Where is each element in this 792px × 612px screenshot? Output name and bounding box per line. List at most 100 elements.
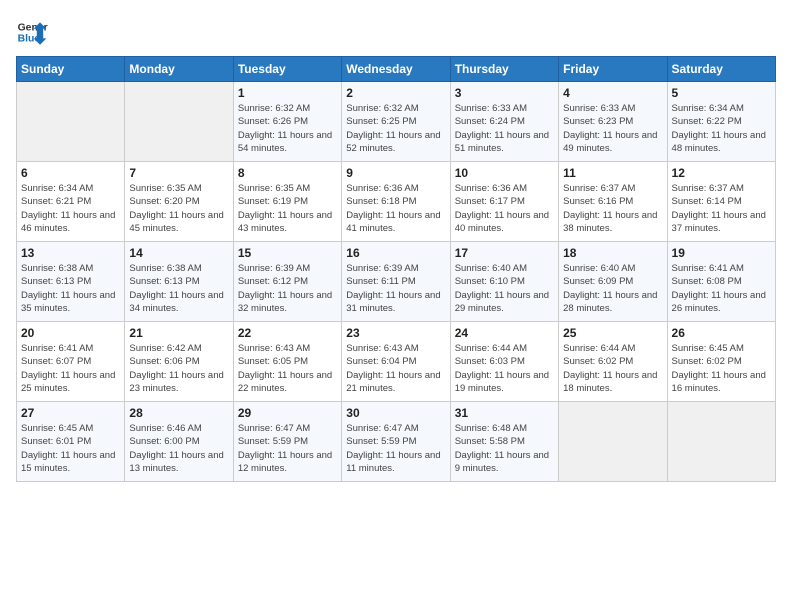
day-info: Sunrise: 6:38 AM Sunset: 6:13 PM Dayligh… (21, 262, 120, 315)
calendar-week-row: 13 Sunrise: 6:38 AM Sunset: 6:13 PM Dayli… (17, 242, 776, 322)
calendar-cell: 10Sunrise: 6:36 AM Sunset: 6:17 PM Dayli… (450, 162, 558, 242)
calendar-cell: 13 Sunrise: 6:38 AM Sunset: 6:13 PM Dayli… (17, 242, 125, 322)
day-info: Sunrise: 6:37 AM Sunset: 6:16 PM Dayligh… (563, 182, 662, 235)
calendar-cell: 11 Sunrise: 6:37 AM Sunset: 6:16 PM Dayli… (559, 162, 667, 242)
day-number: 7 (129, 166, 228, 180)
calendar-cell: 6 Sunrise: 6:34 AM Sunset: 6:21 PM Daylig… (17, 162, 125, 242)
day-number: 14 (129, 246, 228, 260)
day-info: Sunrise: 6:42 AM Sunset: 6:06 PM Dayligh… (129, 342, 228, 395)
weekday-header-cell: Wednesday (342, 57, 450, 82)
calendar-cell: 30Sunrise: 6:47 AM Sunset: 5:59 PM Dayli… (342, 402, 450, 482)
day-number: 24 (455, 326, 554, 340)
day-info: Sunrise: 6:37 AM Sunset: 6:14 PM Dayligh… (672, 182, 771, 235)
weekday-header-cell: Tuesday (233, 57, 341, 82)
day-number: 3 (455, 86, 554, 100)
calendar-week-row: 6 Sunrise: 6:34 AM Sunset: 6:21 PM Daylig… (17, 162, 776, 242)
weekday-header-row: SundayMondayTuesdayWednesdayThursdayFrid… (17, 57, 776, 82)
day-number: 26 (672, 326, 771, 340)
day-info: Sunrise: 6:47 AM Sunset: 5:59 PM Dayligh… (238, 422, 337, 475)
calendar-cell: 12 Sunrise: 6:37 AM Sunset: 6:14 PM Dayli… (667, 162, 775, 242)
calendar-cell: 2 Sunrise: 6:32 AM Sunset: 6:25 PM Daylig… (342, 82, 450, 162)
day-number: 16 (346, 246, 445, 260)
weekday-header-cell: Friday (559, 57, 667, 82)
day-number: 29 (238, 406, 337, 420)
day-info: Sunrise: 6:44 AM Sunset: 6:02 PM Dayligh… (563, 342, 662, 395)
day-info: Sunrise: 6:33 AM Sunset: 6:23 PM Dayligh… (563, 102, 662, 155)
day-info: Sunrise: 6:47 AM Sunset: 5:59 PM Dayligh… (346, 422, 445, 475)
day-number: 1 (238, 86, 337, 100)
day-info: Sunrise: 6:39 AM Sunset: 6:12 PM Dayligh… (238, 262, 337, 315)
calendar-cell: 7 Sunrise: 6:35 AM Sunset: 6:20 PM Daylig… (125, 162, 233, 242)
calendar-cell (559, 402, 667, 482)
day-info: Sunrise: 6:48 AM Sunset: 5:58 PM Dayligh… (455, 422, 554, 475)
day-number: 23 (346, 326, 445, 340)
weekday-header-cell: Monday (125, 57, 233, 82)
day-info: Sunrise: 6:34 AM Sunset: 6:21 PM Dayligh… (21, 182, 120, 235)
calendar-cell: 5 Sunrise: 6:34 AM Sunset: 6:22 PM Daylig… (667, 82, 775, 162)
day-number: 17 (455, 246, 554, 260)
day-info: Sunrise: 6:43 AM Sunset: 6:04 PM Dayligh… (346, 342, 445, 395)
day-info: Sunrise: 6:35 AM Sunset: 6:20 PM Dayligh… (129, 182, 228, 235)
calendar-cell: 27Sunrise: 6:45 AM Sunset: 6:01 PM Dayli… (17, 402, 125, 482)
day-number: 27 (21, 406, 120, 420)
day-number: 22 (238, 326, 337, 340)
calendar-cell: 19 Sunrise: 6:41 AM Sunset: 6:08 PM Dayli… (667, 242, 775, 322)
day-number: 6 (21, 166, 120, 180)
day-info: Sunrise: 6:32 AM Sunset: 6:25 PM Dayligh… (346, 102, 445, 155)
day-number: 15 (238, 246, 337, 260)
day-number: 21 (129, 326, 228, 340)
day-number: 28 (129, 406, 228, 420)
day-info: Sunrise: 6:35 AM Sunset: 6:19 PM Dayligh… (238, 182, 337, 235)
calendar-week-row: 1Sunrise: 6:32 AM Sunset: 6:26 PM Daylig… (17, 82, 776, 162)
calendar-cell: 3Sunrise: 6:33 AM Sunset: 6:24 PM Daylig… (450, 82, 558, 162)
day-number: 4 (563, 86, 662, 100)
calendar-cell: 23 Sunrise: 6:43 AM Sunset: 6:04 PM Dayli… (342, 322, 450, 402)
day-number: 10 (455, 166, 554, 180)
day-number: 13 (21, 246, 120, 260)
day-number: 5 (672, 86, 771, 100)
day-info: Sunrise: 6:38 AM Sunset: 6:13 PM Dayligh… (129, 262, 228, 315)
calendar-cell: 24Sunrise: 6:44 AM Sunset: 6:03 PM Dayli… (450, 322, 558, 402)
calendar-cell: 18 Sunrise: 6:40 AM Sunset: 6:09 PM Dayli… (559, 242, 667, 322)
day-number: 2 (346, 86, 445, 100)
calendar-cell (17, 82, 125, 162)
day-info: Sunrise: 6:46 AM Sunset: 6:00 PM Dayligh… (129, 422, 228, 475)
calendar-cell: 1Sunrise: 6:32 AM Sunset: 6:26 PM Daylig… (233, 82, 341, 162)
day-number: 20 (21, 326, 120, 340)
calendar-cell: 4 Sunrise: 6:33 AM Sunset: 6:23 PM Daylig… (559, 82, 667, 162)
day-info: Sunrise: 6:34 AM Sunset: 6:22 PM Dayligh… (672, 102, 771, 155)
calendar-body: 1Sunrise: 6:32 AM Sunset: 6:26 PM Daylig… (17, 82, 776, 482)
calendar-week-row: 27Sunrise: 6:45 AM Sunset: 6:01 PM Dayli… (17, 402, 776, 482)
page-header: General Blue (16, 16, 776, 48)
weekday-header-cell: Sunday (17, 57, 125, 82)
weekday-header-cell: Thursday (450, 57, 558, 82)
calendar-cell: 25Sunrise: 6:44 AM Sunset: 6:02 PM Dayli… (559, 322, 667, 402)
day-info: Sunrise: 6:39 AM Sunset: 6:11 PM Dayligh… (346, 262, 445, 315)
day-number: 19 (672, 246, 771, 260)
calendar-cell: 20 Sunrise: 6:41 AM Sunset: 6:07 PM Dayli… (17, 322, 125, 402)
calendar-cell: 22Sunrise: 6:43 AM Sunset: 6:05 PM Dayli… (233, 322, 341, 402)
calendar-cell: 31 Sunrise: 6:48 AM Sunset: 5:58 PM Dayli… (450, 402, 558, 482)
day-info: Sunrise: 6:36 AM Sunset: 6:18 PM Dayligh… (346, 182, 445, 235)
day-info: Sunrise: 6:40 AM Sunset: 6:09 PM Dayligh… (563, 262, 662, 315)
calendar-cell: 9Sunrise: 6:36 AM Sunset: 6:18 PM Daylig… (342, 162, 450, 242)
calendar-cell: 17 Sunrise: 6:40 AM Sunset: 6:10 PM Dayli… (450, 242, 558, 322)
calendar-table: SundayMondayTuesdayWednesdayThursdayFrid… (16, 56, 776, 482)
day-info: Sunrise: 6:41 AM Sunset: 6:08 PM Dayligh… (672, 262, 771, 315)
calendar-cell: 26Sunrise: 6:45 AM Sunset: 6:02 PM Dayli… (667, 322, 775, 402)
day-info: Sunrise: 6:41 AM Sunset: 6:07 PM Dayligh… (21, 342, 120, 395)
day-info: Sunrise: 6:40 AM Sunset: 6:10 PM Dayligh… (455, 262, 554, 315)
calendar-cell (125, 82, 233, 162)
day-number: 8 (238, 166, 337, 180)
calendar-cell: 28 Sunrise: 6:46 AM Sunset: 6:00 PM Dayli… (125, 402, 233, 482)
day-number: 31 (455, 406, 554, 420)
day-number: 11 (563, 166, 662, 180)
day-number: 12 (672, 166, 771, 180)
day-number: 18 (563, 246, 662, 260)
calendar-cell: 14 Sunrise: 6:38 AM Sunset: 6:13 PM Dayli… (125, 242, 233, 322)
calendar-cell (667, 402, 775, 482)
calendar-cell: 15 Sunrise: 6:39 AM Sunset: 6:12 PM Dayli… (233, 242, 341, 322)
calendar-cell: 21 Sunrise: 6:42 AM Sunset: 6:06 PM Dayli… (125, 322, 233, 402)
logo-icon: General Blue (16, 16, 48, 48)
calendar-cell: 29 Sunrise: 6:47 AM Sunset: 5:59 PM Dayli… (233, 402, 341, 482)
